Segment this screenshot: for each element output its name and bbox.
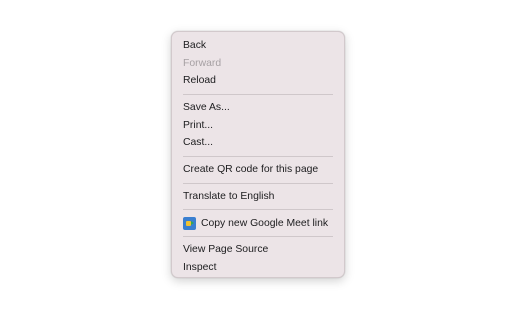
menu-item-label: Cast... bbox=[183, 137, 214, 149]
menu-separator bbox=[183, 236, 333, 238]
menu-item-label: Copy new Google Meet link bbox=[201, 217, 329, 229]
menu-item-label: Reload bbox=[183, 75, 216, 87]
menu-item-label: Create QR code for this page bbox=[183, 163, 319, 175]
menu-item-print[interactable]: Print... bbox=[172, 117, 344, 135]
menu-item-copy-meet-link[interactable]: Copy new Google Meet link bbox=[172, 215, 344, 233]
menu-item-translate[interactable]: Translate to English bbox=[172, 188, 344, 206]
menu-item-label: Translate to English bbox=[183, 190, 275, 202]
menu-item-label: View Page Source bbox=[183, 244, 269, 256]
menu-item-create-qr-code[interactable]: Create QR code for this page bbox=[172, 161, 344, 179]
menu-item-label: Save As... bbox=[183, 101, 230, 113]
menu-item-inspect[interactable]: Inspect bbox=[172, 259, 344, 277]
menu-item-cast[interactable]: Cast... bbox=[172, 134, 344, 152]
menu-item-label: Forward bbox=[183, 57, 222, 69]
menu-separator bbox=[183, 182, 333, 184]
menu-item-view-page-source[interactable]: View Page Source bbox=[172, 241, 344, 259]
menu-item-label: Print... bbox=[183, 119, 214, 131]
menu-item-save-as[interactable]: Save As... bbox=[172, 99, 344, 117]
menu-item-label: Inspect bbox=[183, 261, 217, 273]
menu-item-forward: Forward bbox=[172, 55, 344, 73]
menu-separator bbox=[183, 93, 333, 95]
page: Back Forward Reload Save As... Print... … bbox=[0, 0, 512, 320]
menu-item-label: Back bbox=[183, 40, 207, 51]
menu-separator bbox=[183, 155, 333, 157]
google-meet-icon bbox=[183, 216, 196, 230]
menu-item-reload[interactable]: Reload bbox=[172, 72, 344, 90]
context-menu: Back Forward Reload Save As... Print... … bbox=[171, 31, 345, 278]
menu-item-back[interactable]: Back bbox=[172, 37, 344, 55]
menu-separator bbox=[183, 209, 333, 211]
